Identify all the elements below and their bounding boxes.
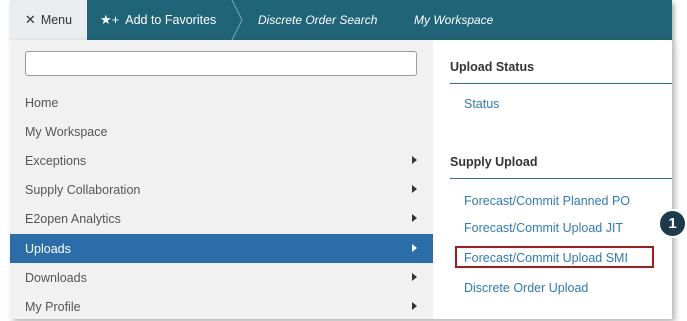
sidebar-item-e2open-analytics[interactable]: E2open Analytics xyxy=(10,204,433,233)
breadcrumb-my-workspace[interactable]: My Workspace xyxy=(414,0,493,40)
sidebar-item-my-workspace[interactable]: My Workspace xyxy=(10,117,433,146)
chevron-right-icon xyxy=(412,244,417,252)
sidebar-item-supply-collaboration[interactable]: Supply Collaboration xyxy=(10,175,433,204)
menu-panel: Home My Workspace Exceptions Supply Coll… xyxy=(10,40,672,319)
sidebar-item-label: Uploads xyxy=(25,241,71,256)
uploads-submenu: Upload Status Status Supply Upload Forec… xyxy=(433,40,672,319)
sidebar-item-label: My Workspace xyxy=(25,124,108,139)
top-navigation-bar: ✕ Menu ★+ Add to Favorites Discrete Orde… xyxy=(10,0,672,40)
sidebar-item-label: E2open Analytics xyxy=(25,211,121,226)
breadcrumb-separator xyxy=(231,0,243,40)
chevron-right-icon xyxy=(412,302,417,310)
menu-close-button[interactable]: ✕ Menu xyxy=(10,0,87,40)
chevron-right-icon xyxy=(412,185,417,193)
link-forecast-commit-planned-po[interactable]: Forecast/Commit Planned PO xyxy=(464,194,630,208)
add-to-favorites-button[interactable]: ★+ Add to Favorites xyxy=(88,0,234,40)
section-divider xyxy=(450,178,672,179)
chevron-right-icon xyxy=(412,214,417,222)
section-title-supply-upload: Supply Upload xyxy=(450,155,538,169)
close-icon: ✕ xyxy=(24,12,36,27)
link-forecast-commit-upload-jit[interactable]: Forecast/Commit Upload JIT xyxy=(464,221,623,235)
sidebar-item-uploads[interactable]: Uploads xyxy=(10,234,433,263)
menu-search-input[interactable] xyxy=(25,51,417,76)
link-status[interactable]: Status xyxy=(464,97,499,111)
star-plus-icon: ★+ xyxy=(100,12,120,27)
sidebar-item-label: Exceptions xyxy=(25,153,87,168)
sidebar-item-label: Downloads xyxy=(25,270,87,285)
breadcrumb-discrete-order-search[interactable]: Discrete Order Search xyxy=(258,0,377,40)
sidebar-item-my-profile[interactable]: My Profile xyxy=(10,292,433,321)
highlight-box xyxy=(455,246,654,268)
chevron-right-icon xyxy=(412,273,417,281)
sidebar-item-downloads[interactable]: Downloads xyxy=(10,263,433,292)
menu-label: Menu xyxy=(40,13,73,27)
section-title-upload-status: Upload Status xyxy=(450,60,535,74)
link-discrete-order-upload[interactable]: Discrete Order Upload xyxy=(464,281,588,295)
chevron-right-icon xyxy=(412,156,417,164)
sidebar-item-label: My Profile xyxy=(25,299,81,314)
sidebar-item-label: Home xyxy=(25,95,59,110)
sidebar-item-label: Supply Collaboration xyxy=(25,182,141,197)
sidebar-menu: Home My Workspace Exceptions Supply Coll… xyxy=(10,40,433,319)
favorites-label: Add to Favorites xyxy=(125,13,217,27)
section-divider xyxy=(450,83,672,84)
sidebar-item-exceptions[interactable]: Exceptions xyxy=(10,146,433,175)
sidebar-item-home[interactable]: Home xyxy=(10,88,433,117)
callout-badge: 1 xyxy=(658,209,687,238)
